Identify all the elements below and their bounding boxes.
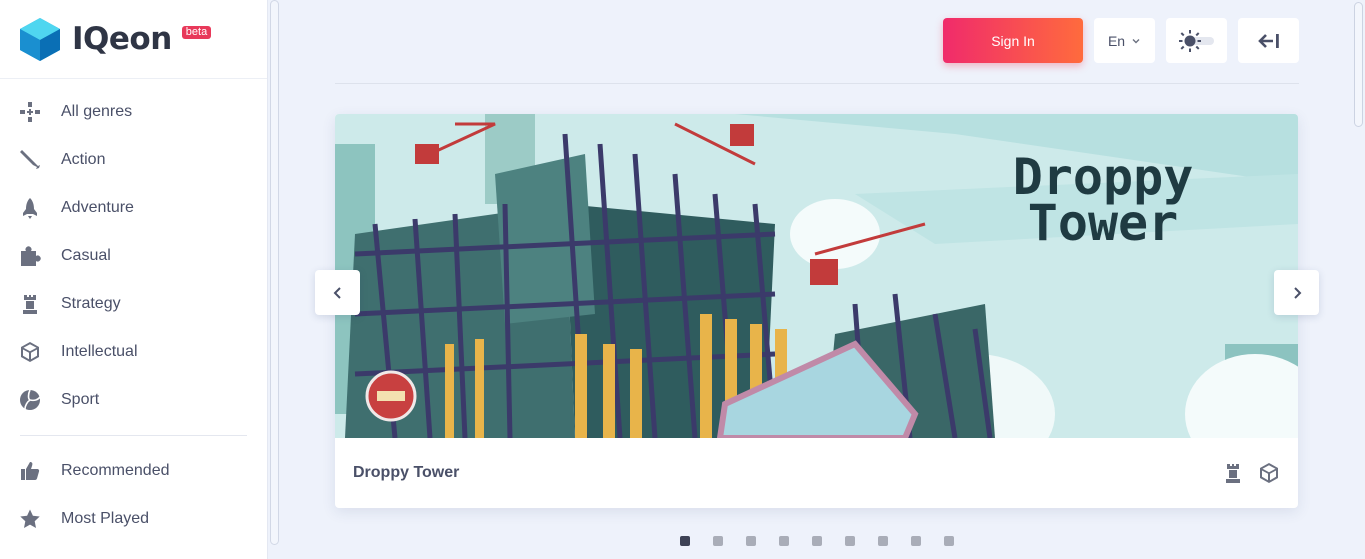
beta-badge: beta: [181, 26, 212, 39]
banner-title: Droppy Tower: [973, 152, 1233, 252]
carousel-dot[interactable]: [911, 536, 921, 546]
chess-rook-icon: [19, 293, 41, 315]
language-select[interactable]: En: [1094, 18, 1155, 63]
gamepad-icon: [19, 101, 41, 123]
carousel-dot[interactable]: [812, 536, 822, 546]
sidebar-item-recommended[interactable]: Recommended: [0, 447, 267, 495]
carousel-dot[interactable]: [713, 536, 723, 546]
carousel-dot[interactable]: [845, 536, 855, 546]
sidebar-scrollbar-thumb[interactable]: [270, 0, 279, 545]
logo-text: IQeon: [72, 21, 172, 57]
sidebar-divider: [20, 435, 247, 436]
sidebar-scrollbar[interactable]: [270, 0, 279, 545]
banner-title-line2: Tower: [1027, 194, 1179, 252]
puzzle-icon: [19, 245, 41, 267]
logo[interactable]: IQeon beta: [0, 0, 267, 79]
sidebar-item-label: All genres: [61, 103, 133, 120]
sidebar-item-label: Action: [61, 151, 106, 168]
sidebar: IQeon beta All genres Action Adventure C…: [0, 0, 268, 559]
sign-in-button[interactable]: Sign In: [943, 18, 1083, 63]
cube-icon: [1260, 463, 1278, 483]
sidebar-item-adventure[interactable]: Adventure: [0, 184, 267, 232]
sidebar-item-label: Intellectual: [61, 343, 138, 360]
sidebar-item-label: Most Played: [61, 510, 150, 527]
sidebar-item-all-genres[interactable]: All genres: [0, 88, 267, 136]
carousel-pagination: [680, 536, 954, 546]
genre-icons: [1222, 462, 1280, 484]
carousel-prev-button[interactable]: [315, 270, 360, 315]
top-bar: Sign In En: [943, 18, 1299, 63]
carousel-dot[interactable]: [779, 536, 789, 546]
sidebar-item-label: Casual: [61, 247, 111, 264]
sun-icon: [1178, 29, 1214, 52]
chess-rook-icon: [1226, 464, 1240, 483]
volleyball-icon: [19, 389, 41, 411]
thumbs-up-icon: [19, 460, 41, 482]
language-value: En: [1107, 32, 1126, 49]
carousel-dot[interactable]: [944, 536, 954, 546]
featured-game-card[interactable]: Droppy Tower Droppy Tower: [335, 114, 1298, 508]
game-title[interactable]: Droppy Tower: [353, 464, 1222, 482]
arrow-to-left-icon: [1257, 33, 1279, 48]
sidebar-item-casual[interactable]: Casual: [0, 232, 267, 280]
carousel-dot[interactable]: [680, 536, 690, 546]
sidebar-item-action[interactable]: Action: [0, 136, 267, 184]
login-exit-button[interactable]: [1238, 18, 1299, 63]
carousel-next-button[interactable]: [1274, 270, 1319, 315]
rocket-icon: [19, 197, 41, 219]
genre-nav: All genres Action Adventure Casual Strat…: [0, 79, 267, 543]
header-divider: [335, 83, 1299, 84]
sidebar-item-strategy[interactable]: Strategy: [0, 280, 267, 328]
cube-icon: [19, 341, 41, 363]
page-scrollbar-thumb[interactable]: [1354, 2, 1363, 127]
carousel-dot[interactable]: [746, 536, 756, 546]
sidebar-item-intellectual[interactable]: Intellectual: [0, 328, 267, 376]
sidebar-item-sport[interactable]: Sport: [0, 376, 267, 424]
chevron-left-icon: [333, 286, 341, 299]
sidebar-item-label: Adventure: [61, 199, 134, 216]
star-icon: [19, 508, 41, 530]
sword-icon: [19, 149, 41, 171]
sidebar-item-most-played[interactable]: Most Played: [0, 495, 267, 543]
sidebar-item-label: Recommended: [61, 462, 170, 479]
card-footer: Droppy Tower: [335, 438, 1298, 508]
sidebar-item-label: Sport: [61, 391, 100, 408]
sidebar-item-label: Strategy: [61, 295, 121, 312]
logo-cube-icon: [20, 18, 60, 61]
chevron-right-icon: [1293, 286, 1301, 299]
theme-toggle[interactable]: [1166, 18, 1227, 63]
chevron-down-icon: [1132, 38, 1140, 43]
carousel-dot[interactable]: [878, 536, 888, 546]
